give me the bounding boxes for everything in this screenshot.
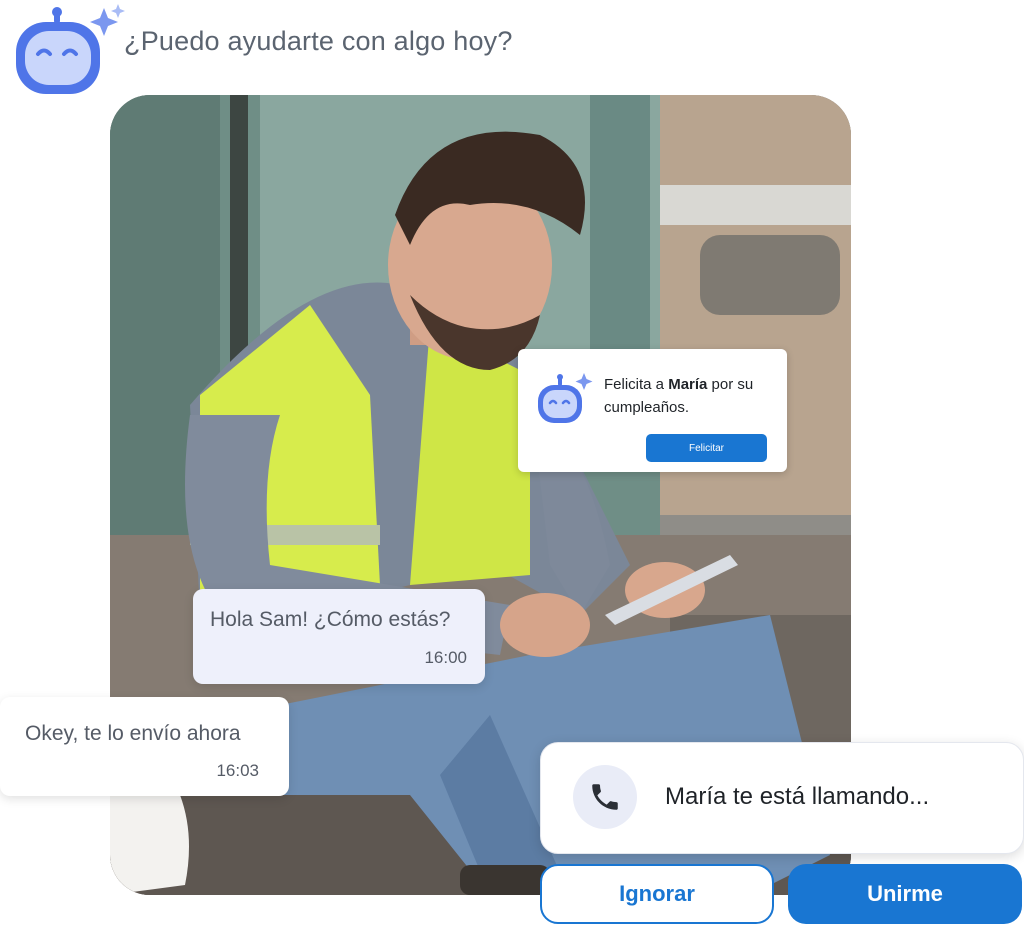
message-text: Okey, te lo envío ahora <box>25 722 241 745</box>
ignore-call-button[interactable]: Ignorar <box>540 864 774 924</box>
birthday-notification: Felicita a María por su cumpleaños. Feli… <box>518 349 787 472</box>
message-time: 16:03 <box>216 761 259 780</box>
robot-assistant-icon <box>536 371 594 429</box>
join-call-button[interactable]: Unirme <box>788 864 1022 924</box>
phone-icon <box>573 765 637 829</box>
message-time: 16:00 <box>424 648 467 667</box>
chat-message: Okey, te lo envío ahora 16:03 <box>0 697 289 796</box>
chat-message: Hola Sam! ¿Cómo estás? 16:00 <box>193 589 485 684</box>
message-text: Hola Sam! ¿Cómo estás? <box>210 608 451 631</box>
incoming-call-text: María te está llamando... <box>665 783 930 810</box>
notification-text: Felicita a María por su cumpleaños. <box>604 376 754 416</box>
congratulate-button[interactable]: Felicitar <box>646 434 767 462</box>
incoming-call-card: María te está llamando... <box>540 742 1024 854</box>
robot-assistant-icon <box>14 4 126 98</box>
birthday-person-name: María <box>668 376 708 393</box>
assistant-prompt: ¿Puedo ayudarte con algo hoy? <box>124 26 513 56</box>
